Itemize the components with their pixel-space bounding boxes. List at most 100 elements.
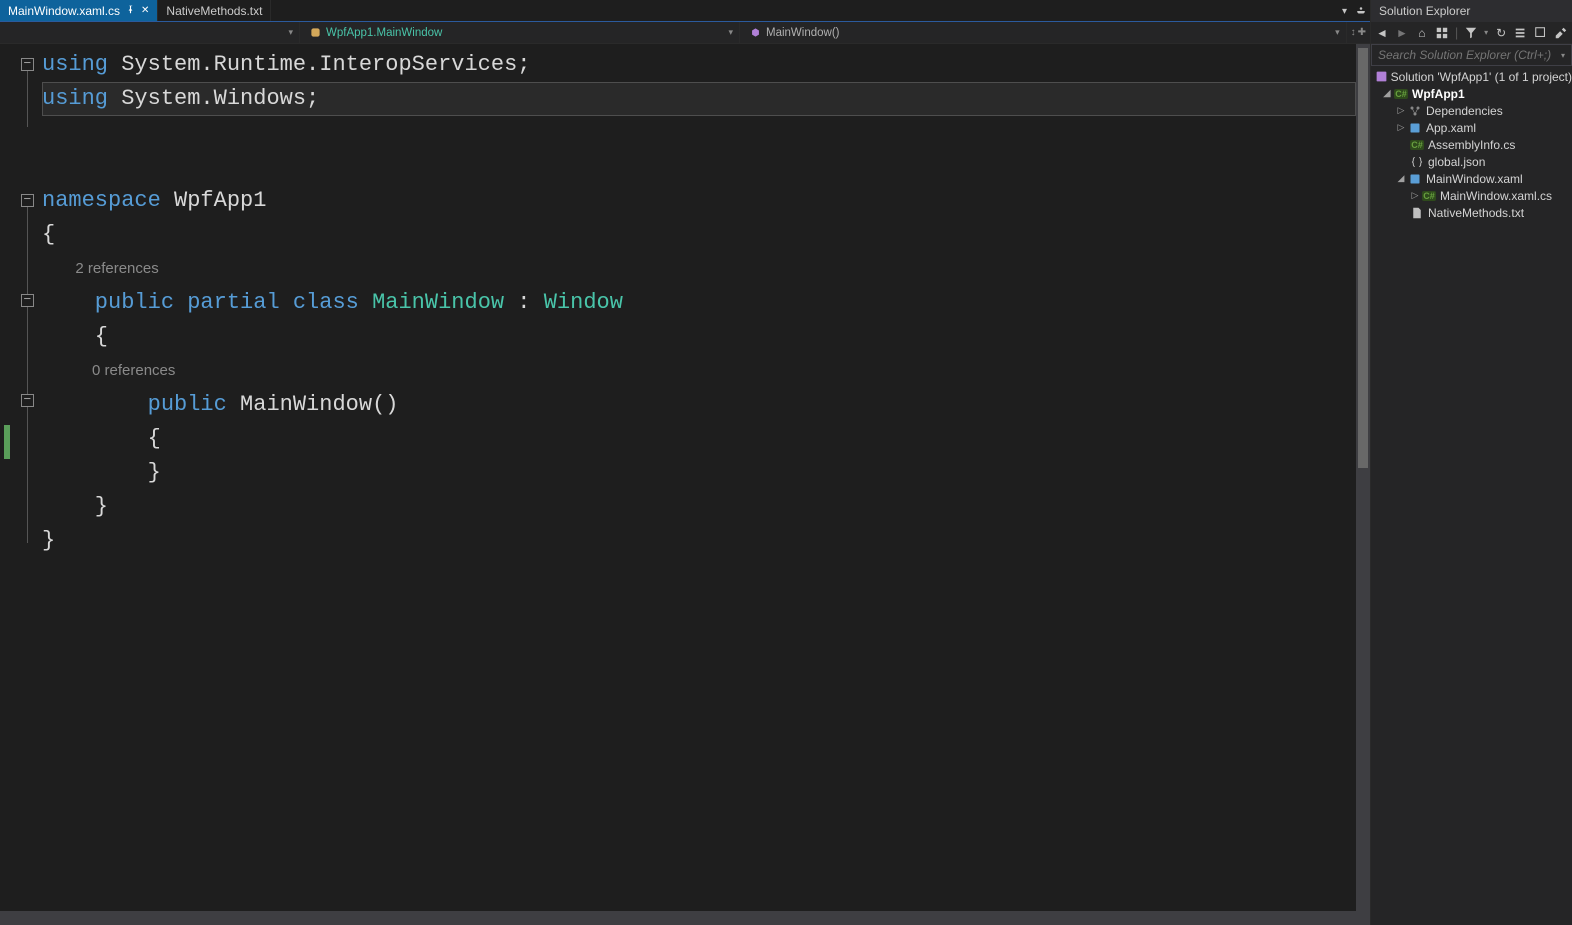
codelens-refs[interactable]: 0 references [92, 362, 175, 379]
tree-nativemethods-node[interactable]: NativeMethods.txt [1371, 204, 1572, 221]
expand-icon[interactable]: ▷ [1395, 105, 1407, 116]
home-icon[interactable]: ⌂ [1415, 26, 1429, 40]
tree-label: MainWindow.xaml [1426, 172, 1523, 186]
collapse-all-icon[interactable] [1514, 26, 1528, 40]
tree-label: App.xaml [1426, 121, 1476, 135]
solution-explorer-panel: Solution Explorer ◄ ► ⌂ | ▾ ↻ ▾ [1370, 0, 1572, 925]
collapse-icon[interactable]: ◢ [1395, 173, 1407, 184]
switch-views-icon[interactable] [1435, 26, 1449, 40]
class-icon [310, 27, 321, 38]
pin-icon[interactable] [126, 5, 135, 17]
fold-toggle[interactable] [21, 194, 34, 207]
fold-toggle[interactable] [21, 394, 34, 407]
code-token: MainWindow [359, 290, 504, 315]
code-editor[interactable]: using System.Runtime.InteropServices; us… [42, 44, 1356, 911]
scroll-thumb[interactable] [1358, 48, 1368, 468]
tree-appxaml-node[interactable]: ▷ App.xaml [1371, 119, 1572, 136]
sync-icon[interactable]: ↻ [1494, 26, 1508, 40]
chevron-down-icon: ▾ [728, 27, 733, 38]
code-token: class [280, 290, 359, 315]
tree-label: NativeMethods.txt [1428, 206, 1524, 220]
tree-label: global.json [1428, 155, 1485, 169]
code-token: () [372, 392, 398, 417]
cs-icon: C# [1409, 138, 1425, 152]
chevron-down-icon: ▾ [288, 27, 293, 38]
code-token: System.Windows; [108, 86, 319, 111]
close-icon[interactable]: ✕ [141, 5, 149, 16]
vertical-scrollbar[interactable] [1356, 44, 1370, 911]
horizontal-scrollbar[interactable] [0, 911, 1370, 925]
tree-project-node[interactable]: ◢ C# WpfApp1 [1371, 85, 1572, 102]
tree-mainwindowxaml-node[interactable]: ◢ MainWindow.xaml [1371, 170, 1572, 187]
solution-search[interactable]: ▾ [1371, 44, 1572, 66]
filter-icon[interactable] [1464, 26, 1478, 40]
code-token: } [42, 460, 161, 485]
tree-assemblyinfo-node[interactable]: C# AssemblyInfo.cs [1371, 136, 1572, 153]
properties-icon[interactable] [1554, 26, 1568, 40]
tab-bar-right-controls: ▾ [1342, 0, 1370, 21]
fold-toggle[interactable] [21, 294, 34, 307]
forward-icon[interactable]: ► [1395, 26, 1409, 40]
collapse-icon[interactable]: ◢ [1381, 88, 1393, 99]
code-navbar: ▾ WpfApp1.MainWindow ▾ MainWindow() ▾ ↕ … [0, 22, 1370, 44]
code-token: : [504, 290, 544, 315]
solution-tree[interactable]: Solution 'WpfApp1' (1 of 1 project) ◢ C#… [1371, 66, 1572, 925]
codelens-refs[interactable]: 2 references [75, 260, 158, 277]
tree-label: Dependencies [1426, 104, 1503, 118]
code-token: namespace [42, 188, 161, 213]
back-icon[interactable]: ◄ [1375, 26, 1389, 40]
split-icon[interactable]: ↕ [1351, 27, 1356, 38]
margin-strip [0, 44, 10, 911]
chevron-down-icon[interactable]: ▾ [1561, 51, 1565, 60]
navbar-project-dropdown[interactable]: ▾ [0, 22, 300, 43]
code-token: using [42, 52, 108, 77]
solution-explorer-title: Solution Explorer [1371, 0, 1572, 22]
solution-explorer-toolbar: ◄ ► ⌂ | ▾ ↻ [1371, 22, 1572, 44]
code-token: System.Runtime.InteropServices; [108, 52, 530, 77]
code-token: } [42, 528, 55, 553]
tree-label: MainWindow.xaml.cs [1440, 189, 1552, 203]
expand-icon[interactable]: ✚ [1358, 27, 1366, 38]
tab-nativemethods[interactable]: NativeMethods.txt [158, 0, 271, 21]
navbar-member-dropdown[interactable]: MainWindow() ▾ [740, 22, 1347, 43]
method-icon [750, 27, 761, 38]
show-all-icon[interactable] [1534, 26, 1548, 40]
tree-globaljson-node[interactable]: global.json [1371, 153, 1572, 170]
file-icon [1409, 206, 1425, 220]
window-options-icon[interactable] [1356, 6, 1366, 16]
tab-dropdown-icon[interactable]: ▾ [1342, 6, 1352, 16]
cs-icon: C# [1421, 189, 1437, 203]
fold-toggle[interactable] [21, 58, 34, 71]
navbar-class-dropdown[interactable]: WpfApp1.MainWindow ▾ [300, 22, 740, 43]
solution-icon [1375, 70, 1388, 84]
tree-dependencies-node[interactable]: ▷ Dependencies [1371, 102, 1572, 119]
code-token: } [42, 494, 108, 519]
code-token: partial [174, 290, 280, 315]
panel-title-label: Solution Explorer [1379, 4, 1470, 18]
xaml-icon [1407, 121, 1423, 135]
csproj-icon: C# [1393, 87, 1409, 101]
code-token: public [42, 290, 174, 315]
code-token: public [42, 392, 227, 417]
tab-label: NativeMethods.txt [166, 4, 262, 18]
tree-label: WpfApp1 [1412, 87, 1465, 101]
code-token: WpfApp1 [161, 188, 267, 213]
tab-mainwindow-cs[interactable]: MainWindow.xaml.cs ✕ [0, 0, 158, 21]
dependencies-icon [1407, 104, 1423, 118]
fold-gutter [10, 44, 42, 911]
code-token: MainWindow [227, 392, 372, 417]
tree-solution-node[interactable]: Solution 'WpfApp1' (1 of 1 project) [1371, 68, 1572, 85]
expand-icon[interactable]: ▷ [1409, 190, 1421, 201]
tab-label: MainWindow.xaml.cs [8, 4, 120, 18]
editor-area: MainWindow.xaml.cs ✕ NativeMethods.txt ▾… [0, 0, 1370, 925]
code-body[interactable]: using System.Runtime.InteropServices; us… [0, 44, 1370, 911]
solution-search-input[interactable] [1378, 48, 1561, 62]
xaml-icon [1407, 172, 1423, 186]
tree-mainwindowxamlcs-node[interactable]: ▷ C# MainWindow.xaml.cs [1371, 187, 1572, 204]
chevron-down-icon: ▾ [1335, 27, 1340, 38]
code-token: { [42, 426, 161, 451]
navbar-member-label: MainWindow() [766, 27, 840, 39]
json-icon [1409, 155, 1425, 169]
code-token: { [42, 222, 55, 247]
expand-icon[interactable]: ▷ [1395, 122, 1407, 133]
